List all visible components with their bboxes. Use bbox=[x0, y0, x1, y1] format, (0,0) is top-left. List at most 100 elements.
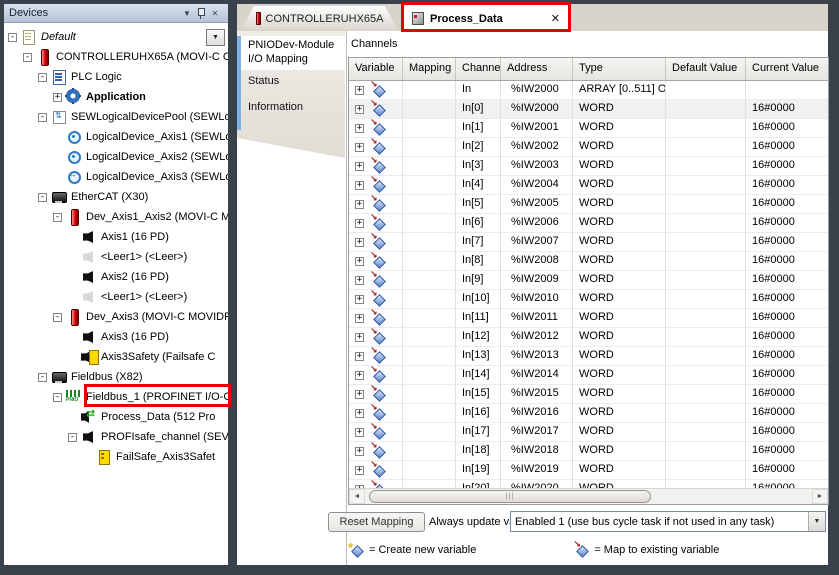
chevron-down-icon[interactable]: ▼ bbox=[808, 512, 825, 531]
table-row[interactable]: +In[5]%IW2005WORD16#0000 bbox=[349, 195, 828, 214]
minus-expander-icon[interactable]: - bbox=[38, 73, 47, 82]
close-icon[interactable]: ✕ bbox=[207, 9, 223, 18]
tree-item-axis1-16-pd[interactable]: Axis1 (16 PD) bbox=[4, 227, 228, 247]
column-header-mapping[interactable]: Mapping bbox=[403, 58, 456, 80]
minus-expander-icon[interactable]: - bbox=[38, 373, 47, 382]
minus-expander-icon[interactable]: - bbox=[53, 313, 62, 322]
tab-controlleruhx65a[interactable]: CONTROLLERUHX65A bbox=[241, 6, 398, 31]
plus-expander-icon[interactable]: + bbox=[53, 93, 62, 102]
column-header-variable[interactable]: Variable bbox=[349, 58, 403, 80]
plus-expander-icon[interactable]: + bbox=[355, 238, 364, 247]
tree-item-leer1-leer[interactable]: <Leer1> (<Leer>) bbox=[4, 247, 228, 267]
plus-expander-icon[interactable]: + bbox=[355, 371, 364, 380]
scroll-left-arrow-icon[interactable]: ◄ bbox=[349, 489, 365, 504]
tab-pniodev-module-io-mapping[interactable]: PNIODev-Module I/O Mapping bbox=[241, 36, 345, 70]
column-header-address[interactable]: Address bbox=[501, 58, 573, 80]
minus-expander-icon[interactable]: - bbox=[53, 213, 62, 222]
tree-item-dev-axis1-axis2-movi-c-m[interactable]: -Dev_Axis1_Axis2 (MOVI-C M bbox=[4, 207, 228, 227]
table-row[interactable]: +In[7]%IW2007WORD16#0000 bbox=[349, 233, 828, 252]
plus-expander-icon[interactable]: + bbox=[355, 219, 364, 228]
always-update-variables-select[interactable]: Enabled 1 (use bus cycle task if not use… bbox=[510, 511, 826, 532]
tree-item-plc-logic[interactable]: -PLC Logic bbox=[4, 67, 228, 87]
tab-status[interactable]: Status bbox=[248, 75, 279, 87]
tree-item-axis2-16-pd[interactable]: Axis2 (16 PD) bbox=[4, 267, 228, 287]
table-row[interactable]: +In[6]%IW2006WORD16#0000 bbox=[349, 214, 828, 233]
tree-item-default[interactable]: -Default▼ bbox=[4, 27, 228, 47]
plus-expander-icon[interactable]: + bbox=[355, 86, 364, 95]
table-row[interactable]: +In%IW2000ARRAY [0..511] O bbox=[349, 81, 828, 100]
table-row[interactable]: +In[15]%IW2015WORD16#0000 bbox=[349, 385, 828, 404]
tab-close-icon[interactable]: ✕ bbox=[551, 12, 560, 25]
minus-expander-icon[interactable]: - bbox=[53, 393, 62, 402]
plus-expander-icon[interactable]: + bbox=[355, 428, 364, 437]
tree-item-failsafe-axis3safet[interactable]: FailSafe_Axis3Safet bbox=[4, 447, 228, 467]
plus-expander-icon[interactable]: + bbox=[355, 409, 364, 418]
table-row[interactable]: +In[12]%IW2012WORD16#0000 bbox=[349, 328, 828, 347]
scrollbar-thumb[interactable]: ||| bbox=[369, 490, 651, 503]
column-header-channel[interactable]: Channel bbox=[456, 58, 501, 80]
tree-item-leer1-leer[interactable]: <Leer1> (<Leer>) bbox=[4, 287, 228, 307]
minus-expander-icon[interactable]: - bbox=[23, 53, 32, 62]
tree-item-ethercat-x30[interactable]: -EtherCAT (X30) bbox=[4, 187, 228, 207]
table-row[interactable]: +In[14]%IW2014WORD16#0000 bbox=[349, 366, 828, 385]
tree-item-profisafe-channel-sev[interactable]: -PROFIsafe_channel (SEV bbox=[4, 427, 228, 447]
tree-item-axis3safety-failsafe-c[interactable]: Axis3Safety (Failsafe C bbox=[4, 347, 228, 367]
table-row[interactable]: +In[18]%IW2018WORD16#0000 bbox=[349, 442, 828, 461]
tab-process-data[interactable]: Process_Data ✕ bbox=[404, 5, 568, 32]
horizontal-scrollbar[interactable]: ◄ ||| ► bbox=[349, 488, 828, 504]
plus-expander-icon[interactable]: + bbox=[355, 276, 364, 285]
minus-expander-icon[interactable]: - bbox=[8, 33, 17, 42]
tab-information[interactable]: Information bbox=[248, 101, 303, 113]
table-row[interactable]: +In[17]%IW2017WORD16#0000 bbox=[349, 423, 828, 442]
tree-item-axis3-16-pd[interactable]: Axis3 (16 PD) bbox=[4, 327, 228, 347]
table-row[interactable]: +In[4]%IW2004WORD16#0000 bbox=[349, 176, 828, 195]
plus-expander-icon[interactable]: + bbox=[355, 105, 364, 114]
pin-icon[interactable] bbox=[195, 6, 207, 20]
minus-expander-icon[interactable]: - bbox=[38, 113, 47, 122]
table-row[interactable]: +In[10]%IW2010WORD16#0000 bbox=[349, 290, 828, 309]
plus-expander-icon[interactable]: + bbox=[355, 466, 364, 475]
plus-expander-icon[interactable]: + bbox=[355, 181, 364, 190]
tree-item-logicaldevice-axis3-sewlo[interactable]: LogicalDevice_Axis3 (SEWLo bbox=[4, 167, 228, 187]
table-row[interactable]: +In[3]%IW2003WORD16#0000 bbox=[349, 157, 828, 176]
tree-item-controlleruhx65a-movi-c-cont[interactable]: -CONTROLLERUHX65A (MOVI-C CONT bbox=[4, 47, 228, 67]
column-header-default-value[interactable]: Default Value bbox=[666, 58, 746, 80]
plus-expander-icon[interactable]: + bbox=[355, 295, 364, 304]
table-row[interactable]: +In[16]%IW2016WORD16#0000 bbox=[349, 404, 828, 423]
tree-item-fieldbus-x82[interactable]: -Fieldbus (X82) bbox=[4, 367, 228, 387]
plus-expander-icon[interactable]: + bbox=[355, 143, 364, 152]
minus-expander-icon[interactable]: - bbox=[38, 193, 47, 202]
plus-expander-icon[interactable]: + bbox=[355, 447, 364, 456]
plus-expander-icon[interactable]: + bbox=[355, 314, 364, 323]
plus-expander-icon[interactable]: + bbox=[355, 352, 364, 361]
plus-expander-icon[interactable]: + bbox=[355, 257, 364, 266]
plus-expander-icon[interactable]: + bbox=[355, 162, 364, 171]
table-row[interactable]: +In[0]%IW2000WORD16#0000 bbox=[349, 100, 828, 119]
tree-item-sewlogicaldevicepool-sewlogi[interactable]: -SEWLogicalDevicePool (SEWLogic bbox=[4, 107, 228, 127]
table-row[interactable]: +In[2]%IW2002WORD16#0000 bbox=[349, 138, 828, 157]
reset-mapping-button[interactable]: Reset Mapping bbox=[328, 512, 425, 532]
profile-dropdown[interactable]: ▼ bbox=[206, 29, 225, 46]
table-row[interactable]: +In[13]%IW2013WORD16#0000 bbox=[349, 347, 828, 366]
plus-expander-icon[interactable]: + bbox=[355, 390, 364, 399]
tree-item-fieldbus-1-profinet-i-o-g[interactable]: -Fieldbus_1 (PROFINET I/O-G bbox=[4, 387, 228, 407]
tree-item-logicaldevice-axis2-sewlo[interactable]: LogicalDevice_Axis2 (SEWLo bbox=[4, 147, 228, 167]
scroll-right-arrow-icon[interactable]: ► bbox=[812, 489, 828, 504]
plus-expander-icon[interactable]: + bbox=[355, 124, 364, 133]
chevron-down-icon[interactable]: ▼ bbox=[179, 9, 195, 18]
table-row[interactable]: +In[11]%IW2011WORD16#0000 bbox=[349, 309, 828, 328]
tree-item-dev-axis3-movi-c-movidr[interactable]: -Dev_Axis3 (MOVI-C MOVIDR bbox=[4, 307, 228, 327]
table-row[interactable]: +In[1]%IW2001WORD16#0000 bbox=[349, 119, 828, 138]
plus-expander-icon[interactable]: + bbox=[355, 333, 364, 342]
column-header-type[interactable]: Type bbox=[573, 58, 666, 80]
table-row[interactable]: +In[8]%IW2008WORD16#0000 bbox=[349, 252, 828, 271]
table-row[interactable]: +In[20]%IW2020WORD16#0000 bbox=[349, 480, 828, 488]
minus-expander-icon[interactable]: - bbox=[68, 433, 77, 442]
table-row[interactable]: +In[9]%IW2009WORD16#0000 bbox=[349, 271, 828, 290]
tree-item-application[interactable]: +Application bbox=[4, 87, 228, 107]
table-row[interactable]: +In[19]%IW2019WORD16#0000 bbox=[349, 461, 828, 480]
tree-item-logicaldevice-axis1-sewlo[interactable]: LogicalDevice_Axis1 (SEWLo bbox=[4, 127, 228, 147]
tree-item-process-data-512-pro[interactable]: Process_Data (512 Pro bbox=[4, 407, 228, 427]
column-header-current-value[interactable]: Current Value bbox=[746, 58, 828, 80]
plus-expander-icon[interactable]: + bbox=[355, 200, 364, 209]
